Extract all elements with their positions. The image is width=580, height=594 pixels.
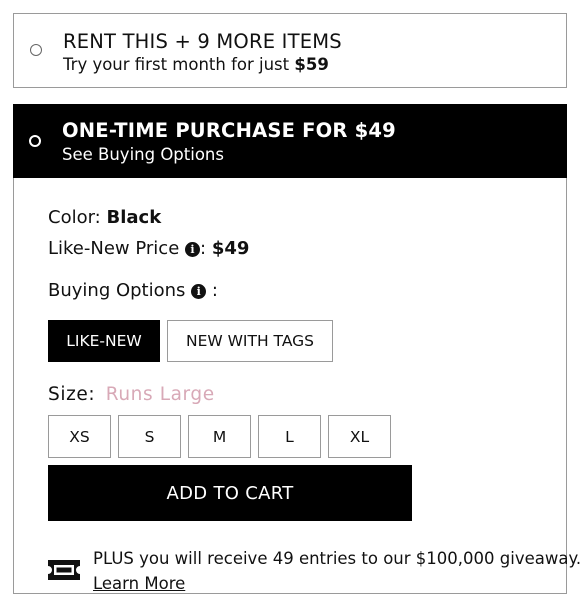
size-row: Size: Runs Large <box>48 384 215 405</box>
purchase-subtitle: See Buying Options <box>62 145 224 164</box>
size-option-xl[interactable]: XL <box>328 415 391 458</box>
size-option-xs[interactable]: XS <box>48 415 111 458</box>
rent-radio[interactable] <box>30 44 42 56</box>
purchase-option-header[interactable]: ONE-TIME PURCHASE FOR $49 See Buying Opt… <box>13 104 567 178</box>
color-row: Color: Black <box>48 207 161 228</box>
buying-options-label: Buying Options <box>48 280 186 301</box>
rent-subtitle-text: Try your first month for just <box>63 55 290 74</box>
learn-more-link[interactable]: Learn More <box>93 574 185 593</box>
color-value: Black <box>106 207 162 228</box>
info-circle-icon[interactable]: i <box>191 284 207 299</box>
price-row: Like-New Price i: $49 <box>48 238 249 259</box>
rent-title: RENT THIS + 9 MORE ITEMS <box>63 30 342 53</box>
ticket-icon <box>48 560 80 580</box>
buying-options-row: Buying Options i : <box>48 280 218 301</box>
rent-option[interactable]: RENT THIS + 9 MORE ITEMS Try your first … <box>13 13 567 88</box>
giveaway-text: PLUS you will receive 49 entries to our … <box>93 549 580 568</box>
price-separator: : <box>200 238 207 259</box>
size-option-l[interactable]: L <box>258 415 321 458</box>
purchase-radio[interactable] <box>29 135 41 147</box>
info-circle-icon[interactable]: i <box>185 242 201 257</box>
option-like-new-button[interactable]: LIKE-NEW <box>48 320 160 362</box>
add-to-cart-button[interactable]: ADD TO CART <box>48 465 412 521</box>
buying-options-separator: : <box>211 280 218 301</box>
purchase-title: ONE-TIME PURCHASE FOR $49 <box>62 119 396 142</box>
rent-price: $59 <box>294 55 329 74</box>
size-note: Runs Large <box>105 384 215 405</box>
size-label: Size: <box>48 384 96 405</box>
purchase-panel: ONE-TIME PURCHASE FOR $49 See Buying Opt… <box>13 104 580 594</box>
price-label: Like-New Price <box>48 238 180 259</box>
color-label: Color: <box>48 207 101 228</box>
option-new-with-tags-button[interactable]: NEW WITH TAGS <box>167 320 333 362</box>
price-value: $49 <box>211 238 250 259</box>
size-option-m[interactable]: M <box>188 415 251 458</box>
size-option-s[interactable]: S <box>118 415 181 458</box>
rent-subtitle: Try your first month for just $59 <box>63 55 329 74</box>
